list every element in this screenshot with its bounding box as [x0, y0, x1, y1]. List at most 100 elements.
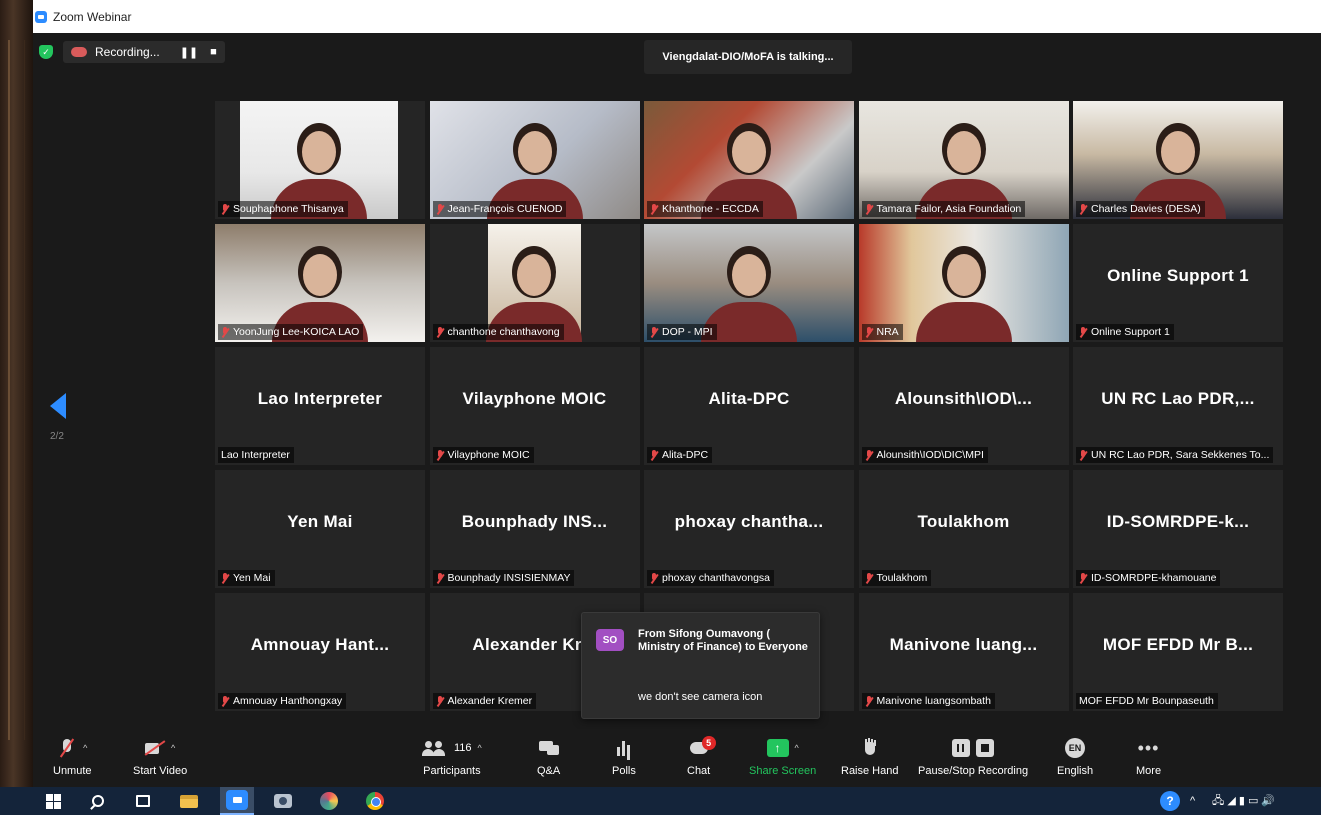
language-button[interactable]: EN English [1057, 733, 1093, 777]
share-screen-label: Share Screen [749, 765, 817, 777]
participants-label: Participants [423, 765, 481, 777]
participant-display-name: ID-SOMRDPE-k... [1106, 511, 1250, 531]
muted-mic-icon [1079, 326, 1087, 338]
audio-options-caret-icon[interactable]: ^ [83, 743, 87, 753]
participant-face [732, 254, 766, 296]
zoom-webinar-window: Zoom Webinar ✓ Recording... ❚❚ ■ Viengda… [33, 0, 1321, 787]
chat-notification[interactable]: SO From Sifong Oumavong ( Ministry of Fi… [581, 612, 820, 719]
pause-recording-icon[interactable]: ❚❚ [180, 46, 198, 59]
camera-app-icon[interactable] [274, 791, 292, 811]
stop-recording-icon[interactable]: ■ [210, 46, 217, 59]
participant-name-label: DOP - MPI [647, 324, 717, 340]
encryption-shield-icon[interactable]: ✓ [39, 45, 53, 59]
participant-tile[interactable]: Amnouay Hant... Amnouay Hanthongxay [215, 593, 425, 711]
polls-button[interactable]: Polls [612, 733, 636, 777]
muted-mic-icon [57, 738, 77, 758]
previous-page-arrow-icon[interactable] [50, 393, 66, 419]
active-speaker-banner: Viengdalat-DIO/MoFA is talking... [644, 40, 852, 74]
participant-tile[interactable]: Vilayphone MOIC Vilayphone MOIC [429, 347, 640, 465]
video-options-caret-icon[interactable]: ^ [171, 743, 175, 753]
file-explorer-icon[interactable] [180, 791, 198, 811]
pause-stop-recording-button[interactable]: Pause/Stop Recording [918, 733, 1028, 777]
unmute-button[interactable]: ^ Unmute [53, 733, 92, 777]
participant-tile[interactable]: chanthone chanthavong [429, 224, 640, 342]
participants-caret-icon[interactable]: ^ [478, 743, 482, 753]
chrome-icon[interactable] [366, 791, 384, 811]
raise-hand-label: Raise Hand [841, 765, 899, 777]
participant-tile[interactable]: Tamara Failor, Asia Foundation [858, 101, 1069, 219]
participant-tile[interactable]: MOF EFDD Mr B... MOF EFDD Mr Bounpaseuth [1073, 593, 1283, 711]
qa-button[interactable]: Q&A [537, 733, 560, 777]
participant-tile[interactable]: Charles Davies (DESA) [1073, 101, 1283, 219]
participants-icon [422, 738, 448, 758]
muted-mic-icon [436, 449, 444, 461]
participant-face [302, 131, 336, 173]
participant-tile[interactable]: Lao Interpreter Lao Interpreter [215, 347, 425, 465]
participant-tile[interactable]: UN RC Lao PDR,... UN RC Lao PDR, Sara Sek… [1073, 347, 1283, 465]
stop-icon [976, 739, 995, 757]
participant-name-label: phoxay chanthavongsa [647, 570, 774, 586]
share-options-caret-icon[interactable]: ^ [795, 743, 799, 753]
muted-mic-icon [865, 203, 873, 215]
tray-overflow-caret-icon[interactable]: ^ [1190, 791, 1195, 811]
participant-tile[interactable]: YoonJung Lee-KOICA LAO [215, 224, 425, 342]
language-label: English [1057, 765, 1094, 777]
participant-tile[interactable]: Alounsith\IOD\... Alounsith\IOD\DIC\MPI [858, 347, 1069, 465]
participant-tile[interactable]: Yen Mai Yen Mai [215, 470, 425, 588]
chat-label: Chat [687, 765, 711, 777]
participant-count: 116 [454, 742, 472, 754]
participant-tile[interactable]: ID-SOMRDPE-k... ID-SOMRDPE-khamouane [1073, 470, 1283, 588]
qa-label: Q&A [537, 765, 561, 777]
chat-button[interactable]: 5 Chat [687, 733, 716, 777]
start-button[interactable] [46, 791, 61, 811]
participant-tile[interactable]: Toulakhom Toulakhom [858, 470, 1069, 588]
participant-display-name: Vilayphone MOIC [462, 388, 607, 408]
participant-tile[interactable]: phoxay chantha... phoxay chanthavongsa [644, 470, 854, 588]
muted-mic-icon [865, 449, 873, 461]
muted-mic-icon [865, 572, 873, 584]
participant-tile[interactable]: Jean-François CUENOD [429, 101, 640, 219]
participant-face [517, 254, 551, 296]
participant-name-label: Alexander Kremer [432, 693, 537, 709]
participant-tile[interactable]: Bounphady INS... Bounphady INSISIENMAY [429, 470, 640, 588]
pause-stop-recording-label: Pause/Stop Recording [918, 765, 1029, 777]
system-tray-icons[interactable]: 🖧 ◢ ▮ ▭ 🔊 [1212, 791, 1275, 811]
participant-tile[interactable]: Online Support 1 Online Support 1 [1073, 224, 1283, 342]
participants-button[interactable]: 116 ^ Participants [422, 733, 482, 777]
participant-face [517, 131, 552, 173]
participant-display-name: Alita-DPC [708, 388, 790, 408]
participant-tile[interactable]: Manivone luang... Manivone luangsombath [858, 593, 1069, 711]
participant-name-text: Jean-François CUENOD [447, 203, 563, 215]
search-icon[interactable] [92, 791, 104, 811]
participant-name-text: Online Support 1 [1091, 326, 1170, 338]
participant-name-label: YoonJung Lee-KOICA LAO [218, 324, 364, 340]
windows-taskbar: ? ^ 🖧 ◢ ▮ ▭ 🔊 [0, 787, 1321, 815]
participant-name-text: Alounsith\IOD\DIC\MPI [876, 449, 984, 461]
raise-hand-button[interactable]: Raise Hand [841, 733, 898, 777]
zoom-taskbar-icon[interactable] [220, 787, 254, 815]
chat-message: we don't see camera icon [638, 691, 763, 703]
paint-app-icon[interactable] [320, 791, 338, 811]
qa-icon [538, 738, 559, 758]
participant-tile[interactable]: DOP - MPI [644, 224, 854, 342]
participant-tile[interactable]: Khanthone - ECCDA [644, 101, 854, 219]
more-button[interactable]: ••• More [1136, 733, 1161, 777]
task-view-icon[interactable] [136, 791, 150, 811]
participant-name-label: NRA [861, 324, 903, 340]
chat-icon: 5 [689, 736, 716, 758]
share-screen-button[interactable]: ↑ ^ Share Screen [749, 733, 816, 777]
page-indicator: 2/2 [50, 431, 64, 442]
participant-tile[interactable]: NRA [858, 224, 1069, 342]
recording-indicator[interactable]: Recording... ❚❚ ■ [63, 41, 225, 63]
help-icon[interactable]: ? [1160, 791, 1180, 811]
participant-tile[interactable]: Souphaphone Thisanya [215, 101, 425, 219]
recording-status-bar: ✓ Recording... ❚❚ ■ [39, 41, 225, 63]
start-video-button[interactable]: ^ Start Video [133, 733, 187, 777]
participant-name-text: Khanthone - ECCDA [662, 203, 759, 215]
participant-display-name: UN RC Lao PDR,... [1101, 388, 1255, 408]
sender-avatar: SO [596, 629, 624, 651]
muted-mic-icon [650, 326, 658, 338]
participant-tile[interactable]: Alita-DPC Alita-DPC [644, 347, 854, 465]
participant-name-label: Vilayphone MOIC [432, 447, 534, 463]
recording-label: Recording... [95, 45, 160, 59]
